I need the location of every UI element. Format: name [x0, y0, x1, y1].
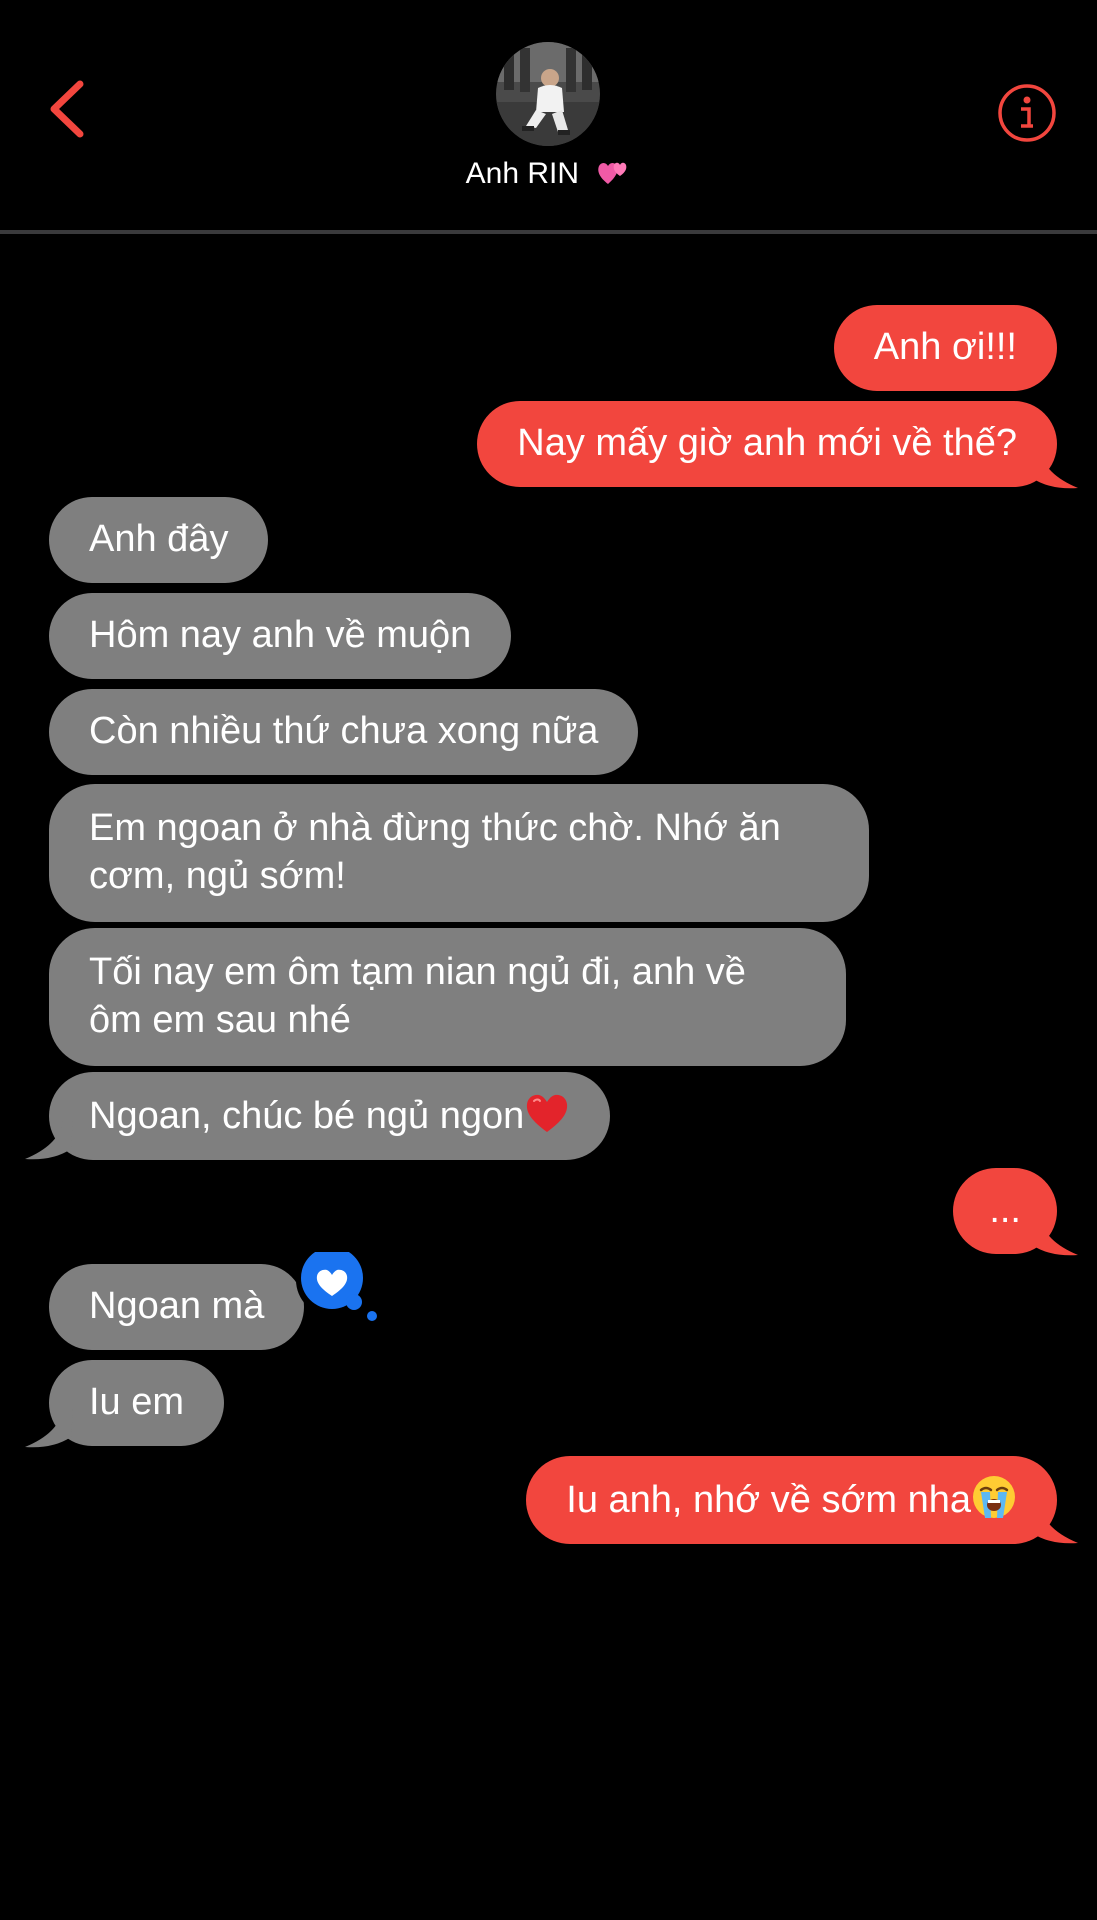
- message-text: Iu anh, nhớ về sớm nha: [566, 1479, 971, 1521]
- info-button[interactable]: [996, 82, 1058, 144]
- two-hearts-emoji: [598, 162, 627, 184]
- message-text: Hôm nay anh về muộn: [89, 614, 472, 656]
- sent-bubble-tail: [1030, 1217, 1078, 1256]
- contact-name-row[interactable]: Anh RIN: [0, 154, 1097, 194]
- received-message-bubble[interactable]: Em ngoan ở nhà đừng thức chờ. Nhớ ăn cơm…: [49, 784, 869, 922]
- heart-reaction-icon[interactable]: [296, 1252, 378, 1322]
- message-text: Tối nay em ôm tạm nian ngủ đi, anh về ôm…: [89, 951, 746, 1041]
- avatar[interactable]: [496, 42, 600, 146]
- sent-message-bubble[interactable]: Anh ơi!!!: [833, 305, 1057, 391]
- received-bubble-tail: [25, 1409, 73, 1448]
- received-message-bubble[interactable]: Tối nay em ôm tạm nian ngủ đi, anh về ôm…: [49, 928, 846, 1066]
- message-text: Iu em: [89, 1381, 185, 1423]
- sent-bubble-tail: [1030, 450, 1078, 489]
- message-text: Anh đây: [89, 518, 229, 560]
- chevron-left-icon: [50, 80, 84, 138]
- received-message-bubble[interactable]: Còn nhiều thứ chưa xong nữa: [49, 689, 639, 775]
- message-text: Ngoan, chúc bé ngủ ngon: [89, 1095, 525, 1137]
- info-icon: [998, 84, 1056, 142]
- message-text: Nay mấy giờ anh mới về thế?: [517, 422, 1017, 464]
- back-button[interactable]: [40, 74, 100, 144]
- contact-name: Anh RIN: [465, 157, 580, 190]
- avatar-photo: [496, 42, 600, 146]
- received-message-bubble[interactable]: Iu em: [49, 1360, 225, 1446]
- sent-message-bubble[interactable]: Nay mấy giờ anh mới về thế?: [477, 401, 1057, 487]
- loudly-crying-face-emoji: [973, 1476, 1015, 1518]
- message-text: Ngoan mà: [89, 1285, 265, 1327]
- sent-message-bubble[interactable]: Iu anh, nhớ về sớm nha: [526, 1456, 1057, 1544]
- message-text: ...: [989, 1189, 1021, 1231]
- red-heart-emoji: [527, 1094, 568, 1132]
- sent-bubble-tail: [1030, 1505, 1078, 1544]
- message-text: Em ngoan ở nhà đừng thức chờ. Nhớ ăn cơm…: [89, 807, 781, 897]
- header-divider: [0, 230, 1097, 234]
- message-text: Anh ơi!!!: [873, 326, 1017, 368]
- received-message-bubble[interactable]: Ngoan, chúc bé ngủ ngon: [49, 1072, 611, 1160]
- received-message-bubble[interactable]: Anh đây: [49, 497, 269, 583]
- message-text: Còn nhiều thứ chưa xong nữa: [89, 710, 599, 752]
- conversation-header: Anh RIN: [0, 0, 1097, 230]
- received-message-bubble[interactable]: Ngoan mà: [49, 1264, 305, 1350]
- received-bubble-tail: [25, 1121, 73, 1160]
- received-message-bubble[interactable]: Hôm nay anh về muộn: [49, 593, 512, 679]
